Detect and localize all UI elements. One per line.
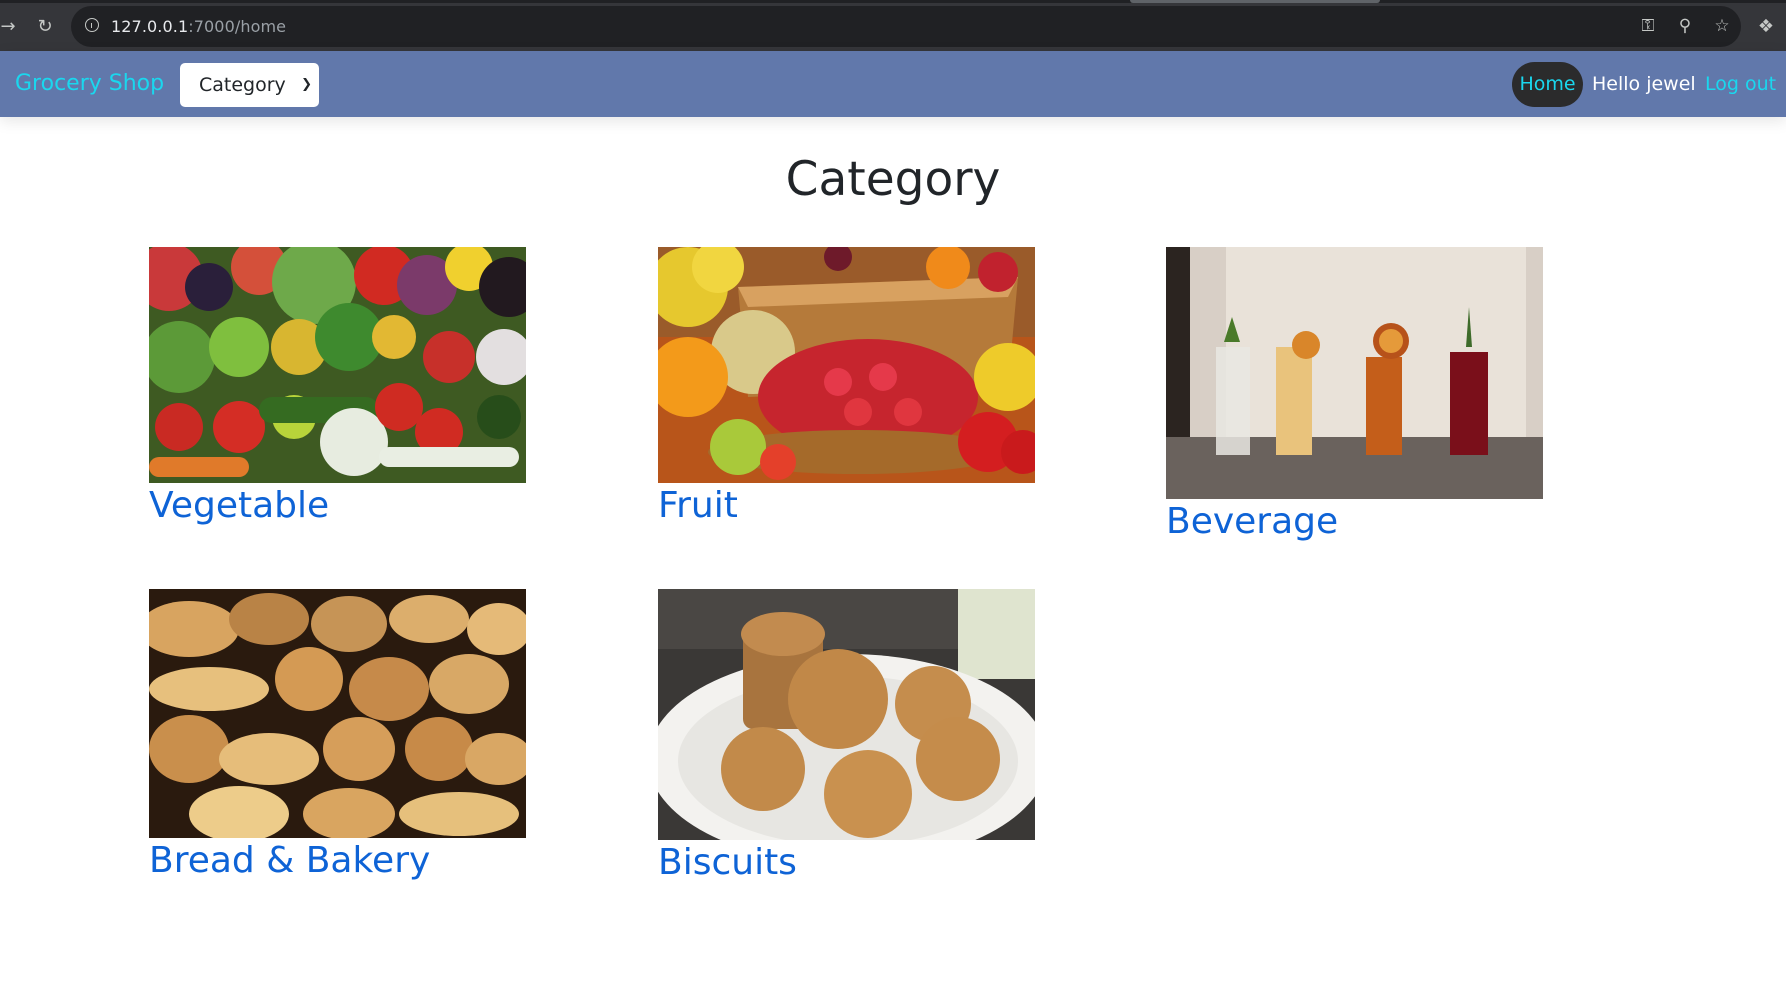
extensions-puzzle-icon[interactable]: ❖ bbox=[1754, 15, 1778, 39]
category-card-bread-bakery[interactable]: Bread & Bakery bbox=[149, 589, 526, 884]
user-greeting: Hello jewel bbox=[1592, 73, 1696, 95]
browser-toolbar: → ↻ 127.0.0.1:7000/home ⚿ ⚲ ☆ ❖ bbox=[0, 3, 1786, 51]
logout-link[interactable]: Log out bbox=[1705, 51, 1776, 117]
url-path: :7000/home bbox=[188, 17, 287, 36]
reload-icon[interactable]: ↻ bbox=[33, 15, 57, 39]
site-navbar: Grocery Shop Category ❯ Home Hello jewel… bbox=[0, 51, 1786, 117]
brand-link[interactable]: Grocery Shop bbox=[15, 51, 164, 117]
category-select[interactable]: Category ❯ bbox=[180, 63, 319, 107]
category-name-bread-bakery[interactable]: Bread & Bakery bbox=[149, 838, 526, 884]
url-host: 127.0.0.1 bbox=[111, 17, 189, 36]
category-card-biscuits[interactable]: Biscuits bbox=[658, 589, 1035, 886]
category-image-biscuits[interactable] bbox=[658, 589, 1035, 840]
category-name-fruit[interactable]: Fruit bbox=[658, 483, 1035, 529]
category-card-fruit[interactable]: Fruit bbox=[658, 247, 1035, 529]
zoom-icon[interactable]: ⚲ bbox=[1674, 15, 1696, 37]
chevron-down-icon: ❯ bbox=[301, 77, 312, 92]
site-info-icon[interactable] bbox=[85, 18, 99, 32]
category-image-beverage[interactable] bbox=[1166, 247, 1543, 499]
category-image-fruit[interactable] bbox=[658, 247, 1035, 483]
category-name-biscuits[interactable]: Biscuits bbox=[658, 840, 1035, 886]
category-name-vegetable[interactable]: Vegetable bbox=[149, 483, 526, 529]
bookmark-star-icon[interactable]: ☆ bbox=[1711, 15, 1733, 37]
page-title: Category bbox=[785, 152, 1001, 207]
category-select-value: Category bbox=[199, 74, 286, 96]
url-text[interactable]: 127.0.0.1:7000/home bbox=[111, 6, 286, 47]
key-icon[interactable]: ⚿ bbox=[1637, 15, 1659, 37]
address-bar[interactable]: 127.0.0.1:7000/home ⚿ ⚲ ☆ bbox=[71, 6, 1741, 47]
category-card-vegetable[interactable]: Vegetable bbox=[149, 247, 526, 529]
category-card-beverage[interactable]: Beverage bbox=[1166, 247, 1543, 545]
category-name-beverage[interactable]: Beverage bbox=[1166, 499, 1543, 545]
forward-icon[interactable]: → bbox=[0, 15, 20, 39]
nav-home-link[interactable]: Home bbox=[1512, 62, 1583, 107]
category-image-bread-bakery[interactable] bbox=[149, 589, 526, 838]
category-image-vegetable[interactable] bbox=[149, 247, 526, 483]
